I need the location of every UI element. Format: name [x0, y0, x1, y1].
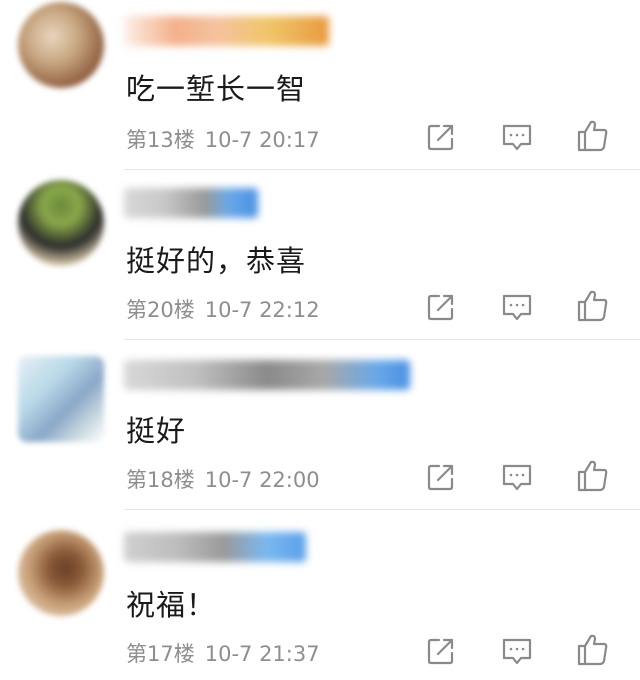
edit-reply-button[interactable] — [421, 287, 461, 327]
comment-button[interactable] — [497, 631, 537, 671]
comment-item: 祝福！ 第17楼 10-7 21:37 — [0, 510, 640, 680]
like-button[interactable] — [573, 629, 613, 669]
thumbs-up-icon — [577, 634, 608, 666]
comment-meta: 第13楼 10-7 20:17 — [126, 124, 320, 154]
floor-number: 第17楼 — [126, 642, 195, 666]
edit-reply-button[interactable] — [421, 631, 461, 671]
comment-item: 吃一堑长一智 第13楼 10-7 20:17 — [0, 0, 640, 170]
timestamp: 10-7 22:00 — [204, 468, 320, 492]
comment-icon — [502, 124, 532, 151]
comment-meta: 第20楼 10-7 22:12 — [126, 294, 320, 324]
comment-icon — [502, 294, 532, 321]
comment-button[interactable] — [497, 287, 537, 327]
timestamp: 10-7 22:12 — [204, 298, 320, 322]
floor-number: 第20楼 — [126, 298, 195, 322]
timestamp: 10-7 20:17 — [204, 128, 320, 152]
floor-number: 第18楼 — [126, 468, 195, 492]
avatar[interactable] — [18, 530, 104, 616]
edit-icon — [427, 124, 454, 151]
comment-button[interactable] — [497, 457, 537, 497]
comment-item: 挺好 第18楼 10-7 22:00 — [0, 340, 640, 510]
comment-meta: 第17楼 10-7 21:37 — [126, 638, 320, 668]
avatar[interactable] — [18, 2, 104, 88]
username-blurred[interactable] — [124, 532, 306, 562]
comment-list: 吃一堑长一智 第13楼 10-7 20:17 挺好的，恭喜 第20楼 10-7 … — [0, 0, 640, 677]
comment-button[interactable] — [497, 117, 537, 157]
thumbs-up-icon — [577, 120, 608, 152]
edit-icon — [427, 638, 454, 665]
username-blurred[interactable] — [124, 360, 410, 390]
avatar[interactable] — [18, 180, 104, 266]
username-blurred[interactable] — [124, 188, 258, 218]
comment-item: 挺好的，恭喜 第20楼 10-7 22:12 — [0, 170, 640, 340]
thumbs-up-icon — [577, 460, 608, 492]
username-blurred[interactable] — [124, 16, 329, 46]
comment-icon — [502, 638, 532, 665]
comment-text: 吃一堑长一智 — [126, 72, 307, 106]
edit-reply-button[interactable] — [421, 457, 461, 497]
thumbs-up-icon — [577, 290, 608, 322]
like-button[interactable] — [573, 455, 613, 495]
like-button[interactable] — [573, 115, 613, 155]
comment-icon — [502, 464, 532, 491]
floor-number: 第13楼 — [126, 128, 195, 152]
like-button[interactable] — [573, 285, 613, 325]
comment-text: 祝福！ — [126, 588, 217, 622]
edit-icon — [427, 464, 454, 491]
comment-text: 挺好 — [126, 414, 187, 448]
edit-icon — [427, 294, 454, 321]
comment-text: 挺好的，恭喜 — [126, 244, 307, 278]
edit-reply-button[interactable] — [421, 117, 461, 157]
comment-meta: 第18楼 10-7 22:00 — [126, 464, 320, 494]
timestamp: 10-7 21:37 — [204, 642, 320, 666]
avatar[interactable] — [18, 356, 104, 442]
